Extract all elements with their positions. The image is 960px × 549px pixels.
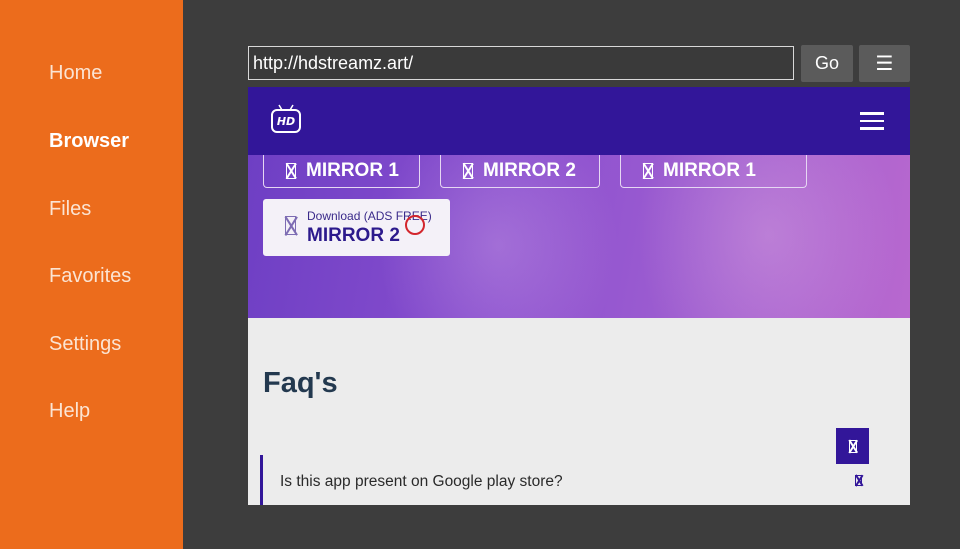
download-mirror-label: MIRROR 2 xyxy=(307,225,400,246)
missing-glyph-icon xyxy=(286,163,296,179)
browser-menu-button[interactable]: ☰ xyxy=(859,45,910,82)
faq-item[interactable]: Is this app present on Google play store… xyxy=(260,455,910,505)
mirror-2-label: MIRROR 2 xyxy=(483,160,576,181)
mirror-1-button[interactable]: MIRROR 1 xyxy=(263,155,420,188)
faq-toggle-icon[interactable] xyxy=(855,475,862,486)
missing-glyph-icon xyxy=(463,163,473,179)
mirror-1-label: MIRROR 1 xyxy=(306,160,399,181)
site-header: HD xyxy=(248,87,910,155)
sidebar-item-files[interactable]: Files xyxy=(49,198,91,221)
missing-glyph-icon xyxy=(285,216,296,235)
sidebar-item-settings[interactable]: Settings xyxy=(49,333,121,356)
hero-section: MIRROR 1 MIRROR 2 MIRROR 1 Download (ADS… xyxy=(248,155,910,318)
sidebar-item-favorites[interactable]: Favorites xyxy=(49,265,131,288)
webview: HD MIRROR 1 MIRROR 2 MIRROR 1 Download (… xyxy=(248,87,910,505)
faq-heading: Faq's xyxy=(263,367,338,399)
sidebar-item-home[interactable]: Home xyxy=(49,62,102,85)
sidebar-item-help[interactable]: Help xyxy=(49,400,90,423)
missing-glyph-icon xyxy=(643,163,653,179)
faq-question: Is this app present on Google play store… xyxy=(280,473,563,490)
url-input[interactable] xyxy=(248,46,794,80)
tv-logo-icon[interactable]: HD xyxy=(270,103,302,135)
sidebar: Home Browser Files Favorites Settings He… xyxy=(0,0,183,549)
mirror-2-button[interactable]: MIRROR 2 xyxy=(440,155,600,188)
sidebar-item-browser[interactable]: Browser xyxy=(49,130,129,153)
logo-text: HD xyxy=(277,115,295,128)
mirror-1-alt-button[interactable]: MIRROR 1 xyxy=(620,155,807,188)
go-button[interactable]: Go xyxy=(801,45,853,82)
mirror-1-alt-label: MIRROR 1 xyxy=(663,160,756,181)
missing-glyph-icon xyxy=(848,439,857,453)
hamburger-icon[interactable] xyxy=(860,112,884,130)
cursor-ring xyxy=(405,215,425,235)
